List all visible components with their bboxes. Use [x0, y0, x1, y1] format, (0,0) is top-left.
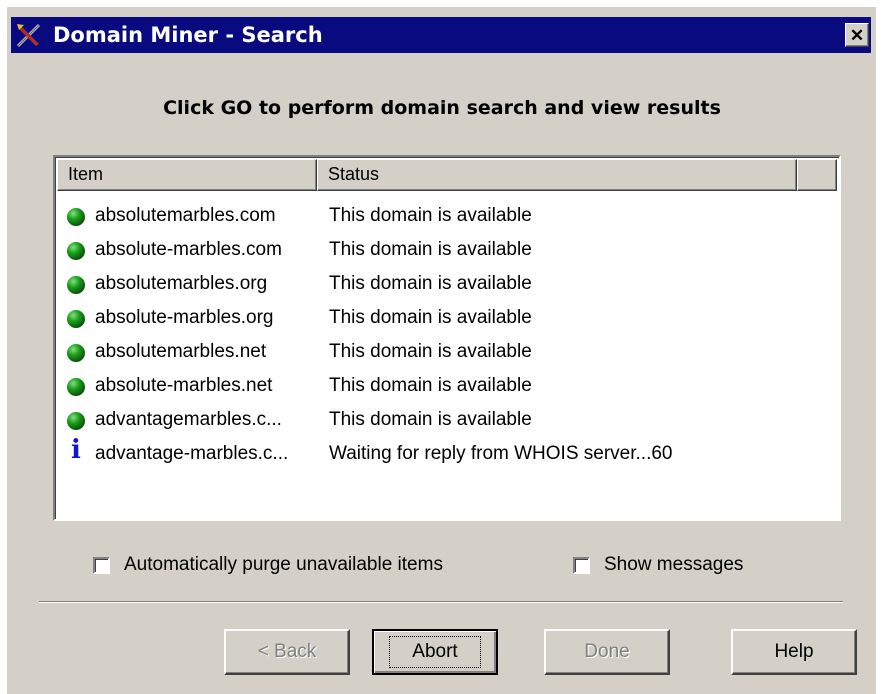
separator-line: [39, 601, 843, 603]
domain-name: absolutemarbles.com: [95, 205, 276, 226]
list-item[interactable]: advantagemarbles.c... This domain is ava…: [57, 405, 837, 439]
checkbox-box[interactable]: [93, 556, 110, 574]
back-button[interactable]: < Back: [224, 629, 350, 675]
show-messages-label: Show messages: [604, 554, 744, 575]
help-button-label: Help: [774, 641, 814, 662]
list-header: Item Status: [57, 159, 839, 191]
domain-status: This domain is available: [329, 239, 532, 260]
list-item[interactable]: absolute-marbles.net This domain is avai…: [57, 371, 837, 405]
domain-status: This domain is available: [329, 409, 532, 430]
domain-name: absolute-marbles.com: [95, 239, 282, 260]
close-icon: ✕: [849, 25, 865, 45]
domain-status: This domain is available: [329, 341, 532, 362]
list-item[interactable]: absolutemarbles.org This domain is avail…: [57, 269, 837, 303]
abort-button[interactable]: Abort: [372, 629, 498, 675]
instruction-text: Click GO to perform domain search and vi…: [163, 97, 721, 119]
green-globe-icon: [67, 310, 85, 328]
show-messages-checkbox[interactable]: Show messages: [573, 552, 743, 578]
green-globe-icon: [67, 378, 85, 396]
checkbox-box[interactable]: [573, 556, 590, 574]
green-globe-icon: [67, 208, 85, 226]
domain-status: This domain is available: [329, 205, 532, 226]
window-title: Domain Miner - Search: [53, 23, 323, 47]
list-item[interactable]: absolutemarbles.net This domain is avail…: [57, 337, 837, 371]
list-item[interactable]: i advantage-marbles.c... Waiting for rep…: [57, 435, 837, 473]
column-header-filler: [797, 159, 837, 191]
title-bar[interactable]: Domain Miner - Search ✕: [11, 17, 871, 53]
info-icon: i: [71, 435, 81, 465]
green-globe-icon: [67, 412, 85, 430]
domain-name: advantagemarbles.c...: [95, 409, 282, 430]
domain-miner-dialog: Domain Miner - Search ✕ Click GO to perf…: [6, 6, 876, 694]
done-button[interactable]: Done: [544, 629, 670, 675]
domain-miner-pickaxe-icon: [16, 23, 41, 48]
domain-name: absolutemarbles.net: [95, 341, 267, 362]
done-button-label: Done: [584, 641, 630, 662]
domain-status: This domain is available: [329, 375, 532, 396]
green-globe-icon: [67, 276, 85, 294]
list-item[interactable]: absolutemarbles.com This domain is avail…: [57, 201, 837, 235]
purge-unavailable-label: Automatically purge unavailable items: [124, 554, 443, 575]
domain-status: Waiting for reply from WHOIS server...60: [329, 443, 673, 464]
back-button-label: < Back: [257, 641, 317, 662]
domain-status: This domain is available: [329, 273, 532, 294]
purge-unavailable-checkbox[interactable]: Automatically purge unavailable items: [93, 552, 443, 578]
domain-name: absolute-marbles.net: [95, 375, 273, 396]
close-button[interactable]: ✕: [845, 23, 869, 47]
abort-button-label: Abort: [389, 636, 481, 668]
domain-status: This domain is available: [329, 307, 532, 328]
column-header-status[interactable]: Status: [317, 159, 797, 191]
domain-name: absolutemarbles.org: [95, 273, 268, 294]
results-list[interactable]: Item Status absolutemarbles.com This dom…: [53, 155, 841, 521]
list-item[interactable]: absolute-marbles.org This domain is avai…: [57, 303, 837, 337]
column-header-item[interactable]: Item: [57, 159, 317, 191]
domain-name: advantage-marbles.c...: [95, 443, 289, 464]
list-item[interactable]: absolute-marbles.com This domain is avai…: [57, 235, 837, 269]
green-globe-icon: [67, 344, 85, 362]
help-button[interactable]: Help: [731, 629, 857, 675]
domain-name: absolute-marbles.org: [95, 307, 274, 328]
green-globe-icon: [67, 242, 85, 260]
